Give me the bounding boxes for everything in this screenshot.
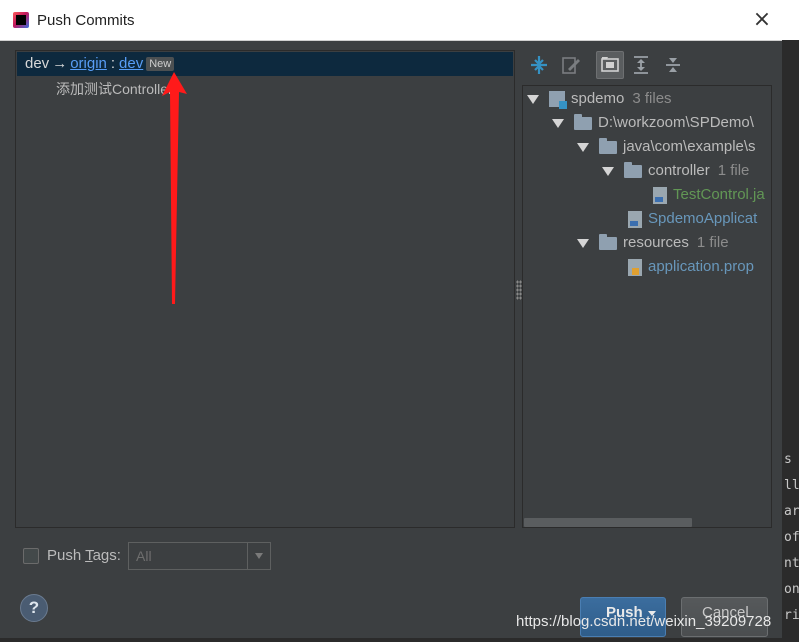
collapse-all-button[interactable] (660, 52, 686, 78)
group-by-directory-icon (601, 57, 619, 72)
intellij-app-icon (13, 12, 29, 28)
tree-node-resources[interactable]: resources 1 file (577, 231, 729, 255)
branch-separator: : (110, 55, 116, 73)
code-fragment: ri (784, 608, 799, 623)
java-file-icon (628, 210, 642, 228)
module-icon (549, 91, 567, 110)
expand-triangle-icon[interactable] (602, 166, 614, 176)
java-file-icon (653, 186, 667, 204)
code-fragment: nt (784, 556, 799, 571)
tree-node-label: SpdemoApplicat (648, 210, 758, 227)
changed-files-tree: spdemo 3 files D:\workzoom\SPDemo\ java\c… (522, 85, 772, 528)
expand-triangle-icon[interactable] (577, 142, 589, 152)
annotation-arrow (162, 72, 187, 304)
branch-push-row[interactable]: dev → origin: dev New (17, 52, 513, 76)
help-button[interactable]: ? (20, 594, 48, 622)
properties-file-icon (628, 258, 642, 276)
tree-node-project-path[interactable]: D:\workzoom\SPDemo\ (552, 111, 754, 135)
tree-file-spdemoapplication[interactable]: SpdemoApplicat (628, 207, 757, 231)
file-count: 1 file (717, 162, 750, 179)
new-branch-badge: New (146, 57, 175, 72)
code-fragment: ll (784, 478, 799, 493)
tree-node-java-package[interactable]: java\com\example\s (577, 135, 756, 159)
folder-icon (574, 113, 592, 130)
collapse-all-icon (666, 58, 680, 72)
background-editor-strip: s ll ar of nt on ri (782, 40, 799, 642)
horizontal-scrollbar[interactable] (524, 518, 692, 527)
close-button[interactable]: × (752, 9, 772, 31)
expand-diff-button[interactable] (526, 52, 552, 78)
group-by-directory-button[interactable] (596, 51, 624, 79)
folder-icon (599, 233, 617, 250)
push-tags-mnemonic: T (85, 547, 93, 564)
push-tags-label-text: ags: (92, 547, 121, 564)
window-title: Push Commits (37, 12, 135, 29)
tree-node-label: TestControl.ja (673, 186, 765, 203)
expand-all-icon (634, 56, 648, 74)
push-commits-list: dev → origin: dev New 添加测试Controller (15, 50, 515, 528)
expand-triangle-icon[interactable] (577, 238, 589, 248)
push-tags-checkbox[interactable] (23, 548, 39, 564)
push-tags-label: Push Tags: (47, 547, 121, 564)
tree-node-label: resources (623, 234, 689, 251)
code-fragment: of (784, 530, 799, 545)
remote-branch-link[interactable]: dev (119, 55, 143, 72)
expand-triangle-icon[interactable] (527, 94, 539, 104)
edit-source-button[interactable] (558, 52, 584, 78)
push-tags-label-text: Push (47, 547, 86, 564)
file-count: 3 files (632, 90, 672, 107)
tree-node-controller[interactable]: controller 1 file (602, 159, 749, 183)
tree-node-module[interactable]: spdemo 3 files (527, 87, 672, 111)
expand-diff-icon (531, 56, 547, 74)
background-editor-bottom (0, 638, 799, 642)
remote-name-link[interactable]: origin (70, 55, 107, 72)
tree-node-label: D:\workzoom\SPDemo\ (598, 114, 754, 131)
folder-icon (624, 161, 642, 178)
code-fragment: s (784, 452, 792, 467)
local-branch-name: dev (25, 55, 50, 73)
push-tags-select[interactable]: All (128, 542, 271, 570)
tags-select-value: All (136, 548, 152, 564)
tree-node-label: controller (648, 162, 710, 179)
changes-toolbar (526, 51, 776, 80)
tree-node-label: spdemo (571, 90, 625, 107)
code-fragment: ar (784, 504, 799, 519)
file-count: 1 file (696, 234, 729, 251)
tree-node-label: java\com\example\s (623, 138, 756, 155)
title-bar: Push Commits × (0, 0, 799, 41)
tree-file-testcontrol[interactable]: TestControl.ja (653, 183, 765, 207)
edit-source-icon (562, 57, 580, 74)
tree-node-label: application.prop (648, 258, 754, 275)
expand-triangle-icon[interactable] (552, 118, 564, 128)
code-fragment: on (784, 582, 799, 597)
folder-icon (599, 137, 617, 154)
push-arrow-icon: → (52, 55, 68, 73)
watermark-url: https://blog.csdn.net/weixin_39209728 (516, 613, 772, 630)
tree-file-application-properties[interactable]: application.prop (628, 255, 754, 279)
chevron-down-icon (247, 543, 270, 569)
expand-all-button[interactable] (628, 52, 654, 78)
